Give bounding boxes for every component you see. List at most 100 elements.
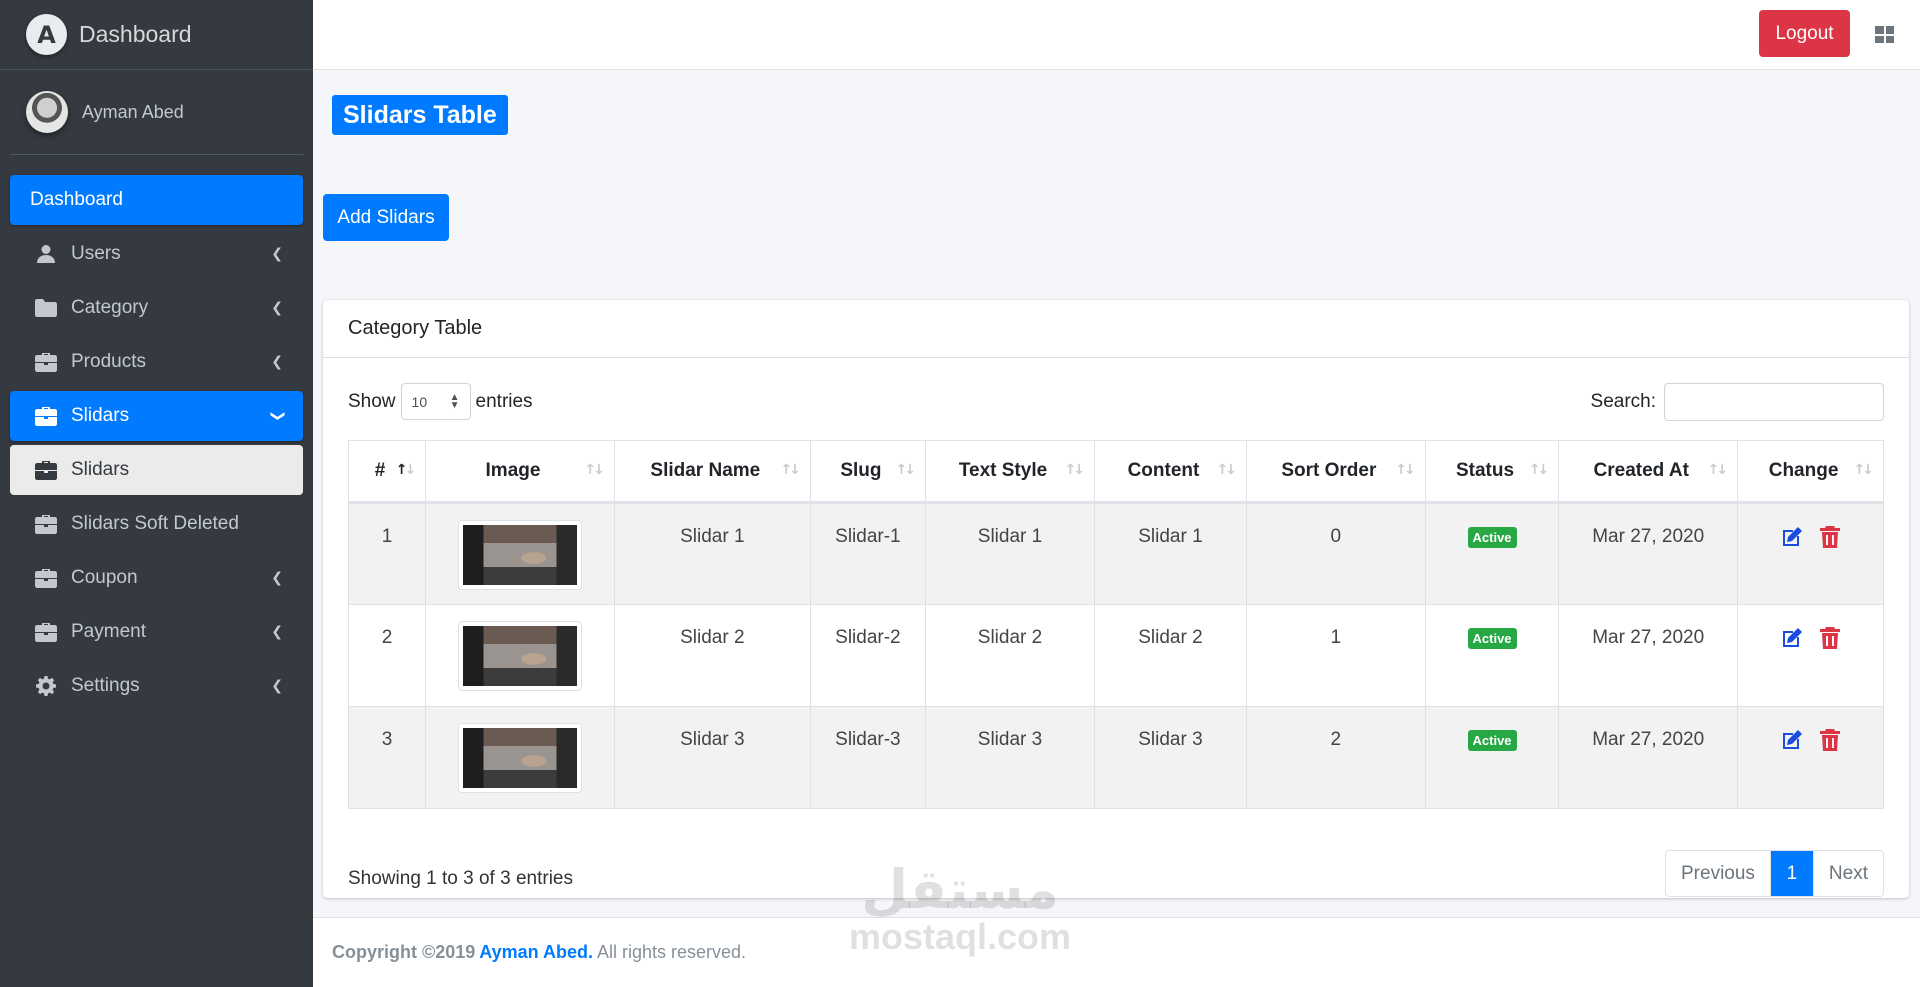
column-header-label: Image [485,460,541,481]
cell-content: Slidar 2 [1094,604,1247,707]
cell-sort-order: 0 [1245,502,1426,605]
slider-thumbnail[interactable] [458,621,582,691]
briefcase-icon [35,352,57,372]
search-input[interactable] [1664,383,1884,421]
table-card: Category Table Show 10 ▲ ▼ entries Search… [323,300,1909,898]
card-title: Category Table [323,300,1909,358]
sidebar-item-label: Slidars Soft Deleted [71,513,239,534]
column-header-created-at[interactable]: Created At ↑↓ [1558,440,1739,504]
cell-image [425,706,615,809]
column-header-label: Change [1768,460,1839,481]
cell-sort-order: 1 [1245,604,1426,707]
sidebar: A Dashboard Ayman Abed Dashboard Users ❮… [0,0,313,987]
trash-icon[interactable] [1819,526,1841,548]
sidebar-item-label: Dashboard [30,189,123,210]
user-panel[interactable]: Ayman Abed [10,70,303,155]
chevron-left-icon: ❮ [271,354,283,370]
footer: Copyright ©2019 Ayman Abed. All rights r… [313,917,1920,987]
sidebar-item-dashboard[interactable]: Dashboard [10,175,303,225]
entries-select-value: 10 [411,393,428,410]
trash-icon[interactable] [1819,729,1841,751]
column-header-label: Slug [840,460,882,481]
table-info: Showing 1 to 3 of 3 entries [348,868,573,889]
entries-select[interactable]: 10 ▲ ▼ [400,383,471,420]
copyright-text: Copyright ©2019 [332,942,476,962]
sidebar-subitem-slidars[interactable]: Slidars [10,445,303,495]
trash-icon[interactable] [1819,627,1841,649]
column-header-label: Created At [1593,460,1689,481]
column-header-content[interactable]: Content ↑↓ [1094,440,1247,504]
entries-label: entries [475,390,533,412]
column-header-label: Slidar Name [650,460,761,481]
chevron-left-icon: ❮ [271,300,283,316]
brand-link[interactable]: A Dashboard [0,0,313,70]
column-header-text-style[interactable]: Text Style ↑↓ [924,440,1096,504]
sidebar-item-label: Slidars [71,405,130,426]
cell-status: Active [1424,706,1560,809]
brand-logo: A [26,14,67,55]
column-header-label: Status [1455,460,1515,481]
sort-icon: ↑↓ [1853,462,1875,478]
sidebar-item-label: Category [71,297,149,318]
select-caret-icon: ▲ ▼ [449,391,460,411]
add-slidars-button[interactable]: Add Slidars [323,194,449,241]
grid-icon[interactable] [1875,26,1894,43]
cell-name: Slidar 3 [613,706,811,809]
edit-icon[interactable] [1781,627,1803,649]
folder-icon [35,298,57,318]
pagination-page-1[interactable]: 1 [1770,851,1813,896]
sidebar-item-label: Products [71,351,146,372]
briefcase-icon [35,460,57,480]
sidebar-item-label: Users [71,243,121,264]
brand-logo-letter: A [37,20,56,49]
sidebar-item-label: Coupon [71,567,138,588]
chevron-down-icon: ❮ [269,410,286,422]
cell-slug: Slidar-1 [809,502,926,605]
sidebar-item-label: Slidars [71,459,130,480]
column-header-status[interactable]: Status ↑↓ [1424,440,1560,504]
cell-slug: Slidar-3 [809,706,926,809]
page-title: Slidars Table [332,95,508,135]
column-header-slug[interactable]: Slug ↑↓ [809,440,926,504]
column-header-label: Content [1127,460,1200,481]
show-label: Show [348,390,396,412]
cell-change [1737,604,1884,707]
cell-image [425,604,615,707]
pagination-next[interactable]: Next [1812,851,1883,896]
column-header-num[interactable]: # ↑↓ [347,440,427,504]
cell-name: Slidar 2 [613,604,811,707]
sort-asc-icon: ↑↓ [395,462,416,478]
chevron-left-icon: ❮ [271,570,283,586]
edit-icon[interactable] [1781,729,1803,751]
table-header-row: # ↑↓ Image ↑↓ Slidar Name ↑↓ Slug ↑↓ Text St… [347,440,1884,504]
column-header-sort-order[interactable]: Sort Order ↑↓ [1245,440,1426,504]
chevron-left-icon: ❮ [271,678,283,694]
sort-icon: ↑↓ [1064,462,1086,478]
pagination-previous[interactable]: Previous [1666,851,1771,896]
author-link[interactable]: Ayman Abed. [479,942,593,963]
cell-num: 3 [347,706,427,809]
sidebar-item-users[interactable]: Users ❮ [10,229,303,279]
cell-num: 1 [347,502,427,605]
column-header-label: Sort Order [1281,460,1377,481]
slider-thumbnail[interactable] [458,520,582,590]
column-header-image[interactable]: Image ↑↓ [425,440,615,504]
sort-icon: ↑↓ [895,462,917,478]
logout-button[interactable]: Logout [1759,10,1850,57]
briefcase-icon [35,622,57,642]
cell-content: Slidar 3 [1094,706,1247,809]
sidebar-item-payment[interactable]: Payment ❮ [10,607,303,657]
cell-sort-order: 2 [1245,706,1426,809]
sidebar-subitem-slidars-soft-deleted[interactable]: Slidars Soft Deleted [10,499,303,549]
sidebar-item-coupon[interactable]: Coupon ❮ [10,553,303,603]
slidars-table: # ↑↓ Image ↑↓ Slidar Name ↑↓ Slug ↑↓ Text St… [347,440,1884,809]
chevron-left-icon: ❮ [271,624,283,640]
column-header-change[interactable]: Change ↑↓ [1737,440,1884,504]
sidebar-item-category[interactable]: Category ❮ [10,283,303,333]
edit-icon[interactable] [1781,526,1803,548]
slider-thumbnail[interactable] [458,723,582,793]
sidebar-item-settings[interactable]: Settings ❮ [10,661,303,711]
sidebar-item-products[interactable]: Products ❮ [10,337,303,387]
sidebar-item-slidars[interactable]: Slidars ❮ [10,391,303,441]
column-header-slidar-name[interactable]: Slidar Name ↑↓ [613,440,811,504]
